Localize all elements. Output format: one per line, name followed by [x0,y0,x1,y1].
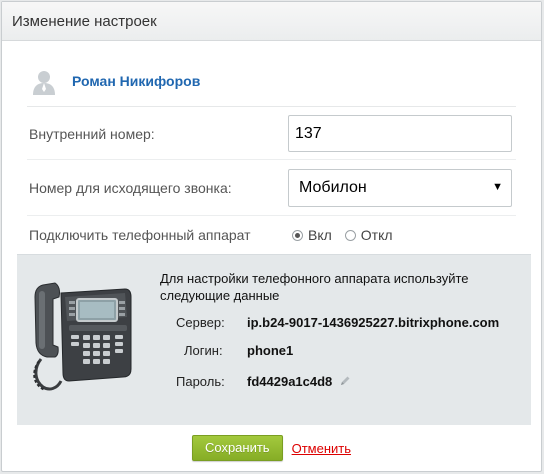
chevron-down-icon: ▼ [492,181,503,193]
server-label: Сервер: [176,315,225,330]
pencil-icon[interactable] [339,375,351,390]
divider [27,215,516,216]
connect-phone-radio-group: Вкл Откл [292,227,393,243]
radio-off-label[interactable]: Откл [361,227,393,243]
extension-input[interactable] [288,115,512,152]
dialog-title: Изменение настроек [12,12,157,30]
phone-setup-description: Для настройки телефонного аппарата испол… [160,271,469,303]
radio-on-label[interactable]: Вкл [308,227,332,243]
server-value: ip.b24-9017-1436925227.bitrixphone.com [247,315,500,330]
password-label: Пароль: [176,374,225,389]
outgoing-number-value: Мобилон [299,179,367,196]
dialog-titlebar: Изменение настроек [2,2,541,41]
password-row: Пароль: fd4429a1c4d8 [17,374,531,394]
radio-off-indicator[interactable] [344,229,356,241]
login-label: Логин: [184,343,223,358]
password-value: fd4429a1c4d8 [247,374,333,389]
user-name-link[interactable]: Роман Никифоров [72,73,200,89]
connect-phone-row: Подключить телефонный аппарат [27,220,516,250]
outgoing-number-select[interactable]: Мобилон ▼ [288,169,512,207]
settings-dialog: Изменение настроек Роман Никифоров Внутр… [1,1,542,472]
user-avatar-icon [32,68,56,96]
dialog-footer: Сохранить Отменить [2,435,541,461]
user-row: Роман Никифоров [27,58,516,107]
connect-phone-label: Подключить телефонный аппарат [29,227,251,243]
phone-setup-panel: Для настройки телефонного аппарата испол… [17,254,531,425]
server-row: Сервер: ip.b24-9017-1436925227.bitrixpho… [17,315,531,335]
login-row: Логин: phone1 [17,343,531,363]
radio-on-indicator[interactable] [292,229,303,241]
cancel-link[interactable]: Отменить [292,441,351,456]
radio-on[interactable]: Вкл [292,227,332,243]
divider [27,159,516,160]
radio-off[interactable]: Откл [344,227,393,243]
login-value: phone1 [247,343,294,358]
save-button[interactable]: Сохранить [191,435,283,461]
